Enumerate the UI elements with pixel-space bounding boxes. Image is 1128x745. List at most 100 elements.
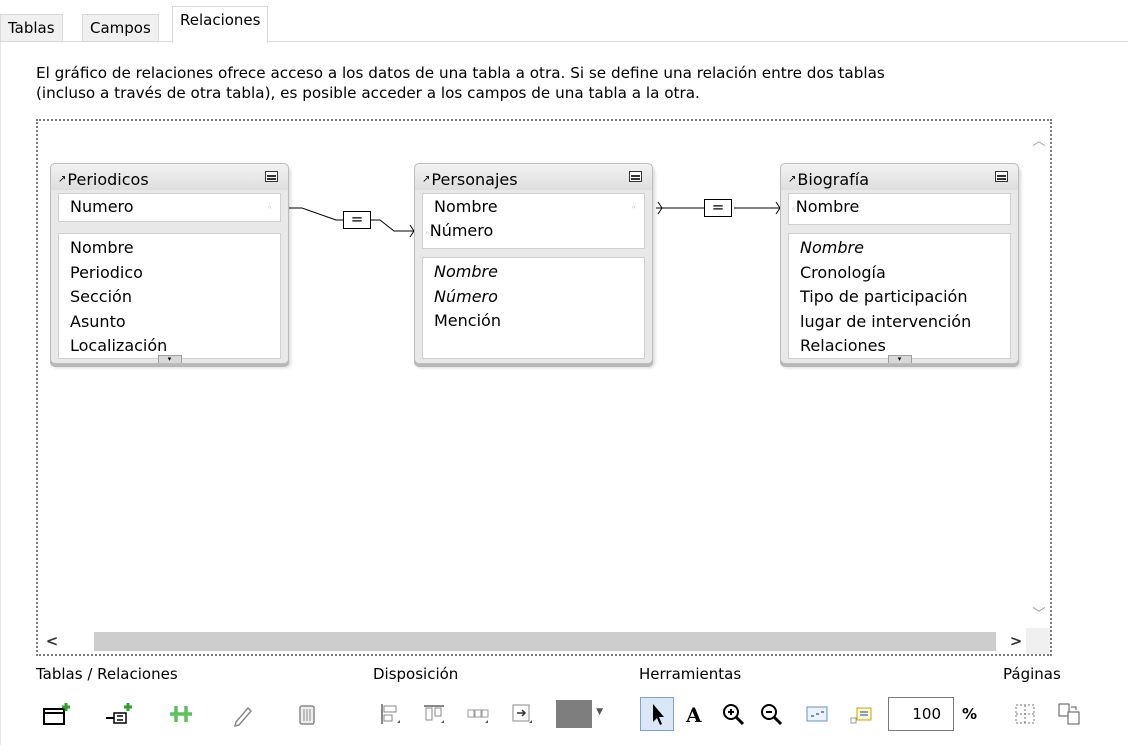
group-label-tables-relations: Tablas / Relaciones bbox=[36, 665, 178, 683]
align-top-button[interactable] bbox=[417, 697, 451, 731]
table-occurrence-periodicos[interactable]: ↗Periodicos Numero ◦ Nombre Periodico Se… bbox=[50, 163, 289, 364]
description-line-1: El gráfico de relaciones ofrece acceso a… bbox=[36, 64, 885, 82]
table-name: Periodicos bbox=[67, 170, 149, 189]
key-dot-icon: ◦ bbox=[267, 203, 272, 212]
field[interactable]: Mención bbox=[434, 309, 644, 334]
resize-grip-icon[interactable]: ▾ bbox=[887, 355, 912, 363]
field-list: Nombre Número Mención bbox=[422, 257, 645, 359]
page-breaks-button[interactable] bbox=[1008, 697, 1042, 731]
align-left-button[interactable] bbox=[373, 697, 407, 731]
group-label-pages: Páginas bbox=[1003, 665, 1061, 683]
add-relationship-button[interactable] bbox=[102, 697, 136, 731]
text-tool-button[interactable]: A bbox=[678, 697, 712, 731]
svg-text:A: A bbox=[685, 703, 702, 727]
select-tool-button[interactable] bbox=[640, 697, 674, 731]
vertical-scrollbar[interactable]: ︿ ﹀ bbox=[1028, 121, 1050, 626]
table-header[interactable]: ↗Biografía bbox=[781, 164, 1018, 190]
field[interactable]: lugar de intervención bbox=[800, 310, 1010, 335]
table-color-picker[interactable]: ▼ bbox=[553, 697, 605, 731]
scroll-down-icon[interactable]: ﹀ bbox=[1028, 604, 1050, 626]
key-dot-icon: ◦ bbox=[631, 203, 636, 212]
add-table-button[interactable] bbox=[40, 697, 74, 731]
trash-icon bbox=[299, 705, 315, 725]
relationship-operator-1[interactable]: = bbox=[343, 211, 371, 229]
table-name: Biografía bbox=[797, 170, 870, 189]
table-name: Personajes bbox=[431, 170, 518, 189]
color-swatch bbox=[556, 700, 592, 728]
field[interactable]: Cronología bbox=[800, 261, 1010, 286]
relationship-operator-2[interactable]: = bbox=[704, 199, 732, 217]
text-icon: A bbox=[685, 703, 702, 727]
resize-button[interactable] bbox=[505, 697, 539, 731]
distribute-icon bbox=[467, 709, 489, 723]
resize-icon bbox=[512, 704, 532, 723]
chevron-down-icon: ▼ bbox=[596, 707, 603, 717]
group-label-layout: Disposición bbox=[373, 665, 459, 683]
field[interactable]: Nombre bbox=[796, 197, 860, 216]
description: El gráfico de relaciones ofrece acceso a… bbox=[36, 63, 1106, 103]
field[interactable]: Nombre bbox=[434, 260, 644, 285]
table-header[interactable]: ↗Periodicos bbox=[51, 164, 288, 190]
delete-button[interactable] bbox=[290, 697, 324, 731]
resize-grip-icon[interactable]: ▾ bbox=[157, 355, 182, 363]
tab-tablas[interactable]: Tablas bbox=[0, 14, 63, 42]
field[interactable]: Número bbox=[430, 221, 494, 240]
pencil-icon bbox=[233, 706, 253, 727]
collapse-icon[interactable] bbox=[265, 171, 278, 182]
field[interactable]: Tipo de participación bbox=[800, 285, 1010, 310]
scroll-left-icon[interactable]: < bbox=[38, 628, 66, 654]
align-left-icon bbox=[381, 704, 400, 724]
table-arrow-icon: ↗ bbox=[422, 174, 431, 185]
key-fields: Numero ◦ bbox=[58, 193, 281, 222]
pointer-icon bbox=[653, 704, 664, 725]
collapse-icon[interactable] bbox=[995, 171, 1008, 182]
field[interactable]: Nombre bbox=[70, 236, 280, 261]
field[interactable]: Nombre bbox=[434, 195, 644, 219]
page-setup-icon bbox=[1058, 703, 1080, 725]
fit-window-button[interactable] bbox=[800, 697, 834, 731]
field[interactable]: Periodico bbox=[70, 261, 280, 286]
tab-relaciones[interactable]: Relaciones bbox=[172, 6, 269, 43]
scroll-corner bbox=[1026, 628, 1050, 654]
scroll-up-icon[interactable]: ︿ bbox=[1028, 131, 1050, 153]
field[interactable]: Asunto bbox=[70, 310, 280, 335]
fit-window-icon bbox=[806, 706, 828, 722]
page-setup-button[interactable] bbox=[1052, 697, 1086, 731]
page-breaks-icon bbox=[1015, 704, 1035, 724]
table-header[interactable]: ↗Personajes bbox=[415, 164, 652, 190]
key-fields: ◦Nombre bbox=[788, 193, 1011, 225]
field[interactable]: Numero bbox=[70, 195, 280, 219]
field-list: Nombre Periodico Sección Asunto Localiza… bbox=[58, 233, 281, 359]
zoom-unit-label: % bbox=[962, 705, 978, 723]
zoom-out-button[interactable] bbox=[754, 697, 788, 731]
show-relationships-button[interactable] bbox=[844, 697, 878, 731]
table-view-icon bbox=[850, 707, 872, 724]
align-top-icon bbox=[424, 705, 444, 723]
zoom-in-button[interactable] bbox=[716, 697, 750, 731]
key-fields: Nombre ◦Número ◦ bbox=[422, 193, 645, 249]
zoom-level-input[interactable]: 100 bbox=[888, 697, 954, 731]
tab-campos[interactable]: Campos bbox=[82, 14, 159, 42]
collapse-icon[interactable] bbox=[629, 171, 642, 182]
zoom-out-icon bbox=[761, 704, 783, 726]
table-occurrence-personajes[interactable]: ↗Personajes Nombre ◦Número ◦ Nombre Núme… bbox=[414, 163, 653, 364]
edit-button[interactable] bbox=[226, 697, 260, 731]
table-occurrence-biografia[interactable]: ↗Biografía ◦Nombre Nombre Cronología Tip… bbox=[780, 163, 1019, 364]
field-list: Nombre Cronología Tipo de participación … bbox=[788, 233, 1011, 359]
duplicate-button[interactable] bbox=[164, 697, 198, 731]
add-table-icon bbox=[43, 703, 70, 725]
scroll-thumb[interactable] bbox=[94, 632, 996, 651]
description-line-2: (incluso a través de otra tabla), es pos… bbox=[36, 84, 700, 102]
relationship-graph[interactable]: = = ↗Periodicos Numero ◦ Nombre Periodic… bbox=[36, 119, 1052, 656]
field[interactable]: Número bbox=[434, 285, 644, 310]
duplicate-icon bbox=[170, 706, 192, 722]
add-relationship-icon bbox=[106, 703, 132, 724]
table-arrow-icon: ↗ bbox=[788, 174, 797, 185]
group-label-tools: Herramientas bbox=[639, 665, 742, 683]
field[interactable]: Sección bbox=[70, 285, 280, 310]
horizontal-scrollbar[interactable]: < > bbox=[38, 628, 1030, 654]
distribute-button[interactable] bbox=[461, 697, 495, 731]
tab-bar: Tablas Campos Relaciones bbox=[0, 0, 1128, 43]
field[interactable]: Nombre bbox=[800, 236, 1010, 261]
table-arrow-icon: ↗ bbox=[58, 174, 67, 185]
